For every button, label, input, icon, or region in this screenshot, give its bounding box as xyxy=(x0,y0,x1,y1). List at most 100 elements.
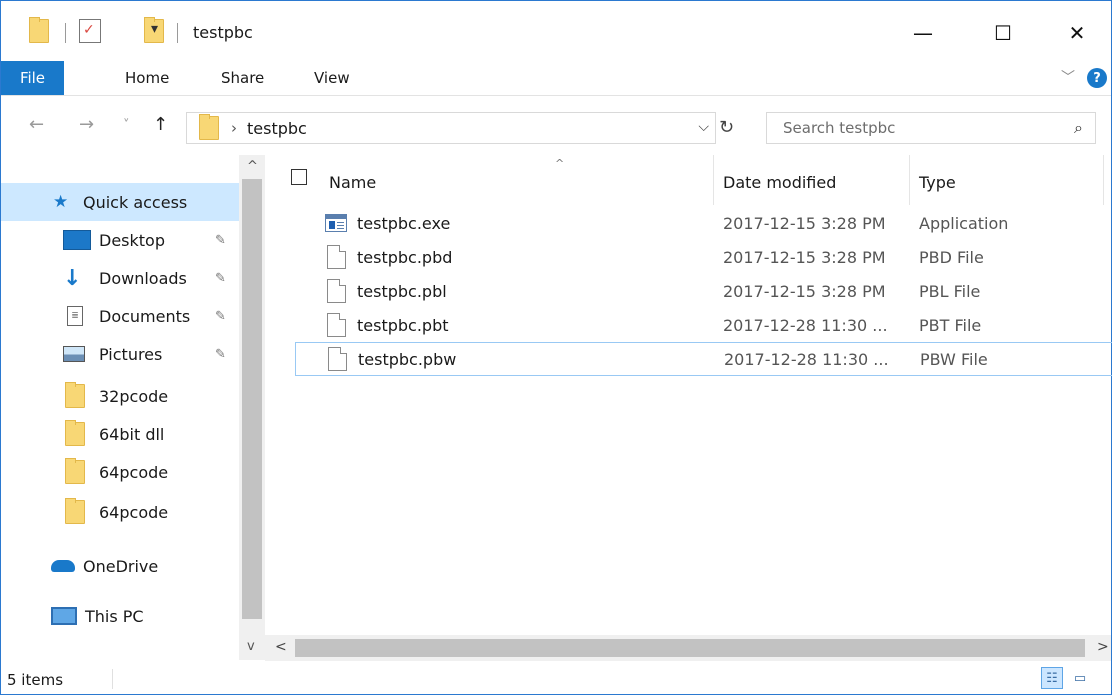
minimize-button[interactable]: — xyxy=(899,15,947,51)
tab-share[interactable]: Share xyxy=(221,61,264,95)
help-icon[interactable]: ? xyxy=(1087,68,1107,88)
file-type: Application xyxy=(919,213,1009,233)
sidebar-item-desktop[interactable]: Desktop ✎ xyxy=(1,221,239,259)
sidebar-item-label: Desktop xyxy=(99,230,165,250)
scroll-up-icon[interactable]: ^ xyxy=(247,159,258,174)
sidebar-item-label: Pictures xyxy=(99,344,163,364)
breadcrumb-testpbc[interactable]: testpbc xyxy=(247,119,307,138)
folder-icon xyxy=(65,420,85,446)
scroll-down-icon[interactable]: v xyxy=(247,639,255,654)
table-row[interactable]: testpbc.pbt 2017-12-28 11:30 ... PBT Fil… xyxy=(295,308,1112,342)
back-button[interactable]: ← xyxy=(29,114,44,135)
navigation-pane-scrollbar[interactable]: ^ v xyxy=(239,155,265,660)
scrollbar-thumb[interactable] xyxy=(242,179,262,619)
window-title: testpbc xyxy=(193,23,253,42)
column-header-date-modified[interactable]: Date modified xyxy=(723,161,903,203)
sidebar-item-pictures[interactable]: Pictures ✎ xyxy=(1,335,239,373)
folder-icon xyxy=(65,498,85,524)
pin-icon[interactable]: ✎ xyxy=(215,271,226,286)
file-icon xyxy=(327,313,346,337)
sidebar-item-label: 64bit dll xyxy=(99,424,165,444)
tab-view[interactable]: View xyxy=(314,61,350,95)
details-view-icon[interactable]: ☷ xyxy=(1041,667,1063,689)
sidebar-item-onedrive[interactable]: OneDrive xyxy=(1,547,239,585)
close-button[interactable]: ✕ xyxy=(1053,15,1101,51)
search-input[interactable] xyxy=(783,119,1043,137)
sidebar-item-label: Downloads xyxy=(99,268,187,288)
column-header-name[interactable]: ^ Name xyxy=(329,157,709,203)
column-divider[interactable] xyxy=(909,155,910,205)
documents-icon: ≣ xyxy=(67,306,83,326)
file-type: PBT File xyxy=(919,315,982,335)
status-bar: 5 items ☷ ▭ xyxy=(1,661,1111,695)
table-row-focused[interactable]: testpbc.pbw 2017-12-28 11:30 ... PBW Fil… xyxy=(295,342,1112,376)
tab-file[interactable]: File xyxy=(1,61,64,95)
expand-ribbon-icon[interactable]: ﹀ xyxy=(1061,67,1075,87)
file-date: 2017-12-28 11:30 ... xyxy=(724,349,889,369)
pin-icon[interactable]: ✎ xyxy=(215,233,226,248)
forward-button[interactable]: → xyxy=(79,114,94,135)
scroll-left-icon[interactable]: < xyxy=(275,639,287,655)
file-list: ^ Name Date modified Type testpbc.exe 20… xyxy=(273,155,1112,660)
navigation-pane: ★ Quick access Desktop ✎ ↓ Downloads ✎ ≣… xyxy=(1,155,239,660)
table-row[interactable]: testpbc.pbd 2017-12-15 3:28 PM PBD File xyxy=(295,240,1112,274)
pin-icon[interactable]: ✎ xyxy=(215,309,226,324)
chevron-down-icon[interactable]: ⌵ xyxy=(698,119,709,135)
scrollbar-thumb[interactable] xyxy=(295,639,1085,657)
pin-icon[interactable]: ✎ xyxy=(215,347,226,362)
customize-toolbar-icon[interactable]: ▾ xyxy=(151,21,158,37)
file-icon xyxy=(327,279,346,303)
sidebar-item-label: Documents xyxy=(99,306,191,326)
sidebar-item-quick-access[interactable]: ★ Quick access xyxy=(1,183,239,221)
sort-ascending-icon: ^ xyxy=(555,157,565,170)
column-label: Type xyxy=(919,172,956,192)
application-icon xyxy=(325,214,347,232)
download-arrow-icon: ↓ xyxy=(63,265,82,291)
sidebar-item-this-pc[interactable]: This PC xyxy=(1,597,239,635)
title-bar: ✓ ▾ testpbc — ☐ ✕ xyxy=(1,1,1111,61)
sidebar-item-64pcode[interactable]: 64pcode xyxy=(1,453,239,491)
file-date: 2017-12-15 3:28 PM xyxy=(723,281,886,301)
horizontal-scrollbar[interactable]: < > xyxy=(265,635,1111,661)
up-button[interactable]: ↑ xyxy=(153,114,168,135)
search-icon[interactable]: ⌕ xyxy=(1074,118,1083,138)
pictures-icon xyxy=(63,346,85,362)
properties-icon[interactable]: ✓ xyxy=(79,19,101,43)
select-all-checkbox[interactable] xyxy=(291,169,307,185)
divider xyxy=(177,23,178,43)
folder-icon xyxy=(199,114,219,140)
refresh-button[interactable]: ↻ xyxy=(719,117,734,138)
sidebar-item-documents[interactable]: ≣ Documents ✎ xyxy=(1,297,239,335)
file-name: testpbc.pbw xyxy=(358,349,457,369)
search-box[interactable]: ⌕ xyxy=(766,112,1096,144)
item-count: 5 items xyxy=(7,671,64,689)
sidebar-item-64bit-dll[interactable]: 64bit dll xyxy=(1,415,239,453)
cloud-icon xyxy=(51,560,75,572)
table-row[interactable]: testpbc.pbl 2017-12-15 3:28 PM PBL File xyxy=(295,274,1112,308)
address-bar[interactable]: › testpbc ⌵ xyxy=(186,112,716,144)
column-label: Date modified xyxy=(723,172,837,192)
scroll-right-icon[interactable]: > xyxy=(1097,639,1109,655)
tab-home[interactable]: Home xyxy=(125,61,169,95)
large-icons-view-icon[interactable]: ▭ xyxy=(1069,667,1091,689)
divider xyxy=(112,669,113,689)
table-row[interactable]: testpbc.exe 2017-12-15 3:28 PM Applicati… xyxy=(295,206,1112,240)
recent-locations-button[interactable]: ˅ xyxy=(123,118,130,133)
sidebar-item-32pcode[interactable]: 32pcode xyxy=(1,377,239,415)
file-icon xyxy=(327,245,346,269)
folder-icon xyxy=(65,382,85,408)
column-divider[interactable] xyxy=(1103,155,1104,205)
column-header-type[interactable]: Type xyxy=(919,161,1099,203)
desktop-icon xyxy=(63,230,91,250)
maximize-button[interactable]: ☐ xyxy=(979,15,1027,51)
column-divider[interactable] xyxy=(713,155,714,205)
folder-icon xyxy=(65,458,85,484)
file-date: 2017-12-28 11:30 ... xyxy=(723,315,888,335)
file-name: testpbc.pbl xyxy=(357,281,447,301)
chevron-right-icon[interactable]: › xyxy=(231,119,237,137)
folder-icon[interactable] xyxy=(29,17,49,43)
divider xyxy=(65,23,66,43)
sidebar-item-downloads[interactable]: ↓ Downloads ✎ xyxy=(1,259,239,297)
sidebar-item-64pcode-2[interactable]: 64pcode xyxy=(1,493,239,531)
file-name: testpbc.exe xyxy=(357,213,451,233)
